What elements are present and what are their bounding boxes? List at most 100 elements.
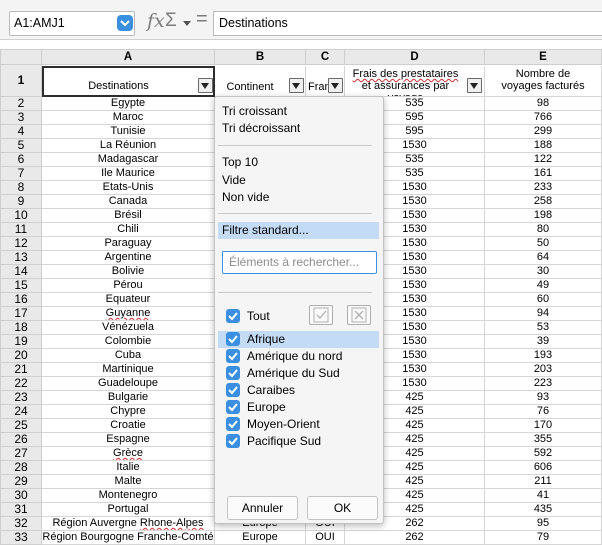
cell-a[interactable]: Tunisie xyxy=(42,125,215,139)
cell-a[interactable]: Colombie xyxy=(42,335,215,349)
formula-input[interactable]: Destinations xyxy=(213,11,602,36)
cell-e[interactable]: 122 xyxy=(485,153,602,167)
cell-a[interactable]: Guyanne xyxy=(42,307,215,321)
cell-a[interactable]: Ile Maurice xyxy=(42,167,215,181)
cell-a[interactable]: Canada xyxy=(42,195,215,209)
cell-a[interactable]: Maroc xyxy=(42,111,215,125)
value-list-item[interactable]: Moyen-Orient xyxy=(218,416,379,433)
value-list-item[interactable]: Amérique du Sud xyxy=(218,365,379,382)
cell-e[interactable]: 49 xyxy=(485,279,602,293)
value-list-item[interactable]: Caraibes xyxy=(218,382,379,399)
cell-a[interactable]: La Réunion xyxy=(42,139,215,153)
checkbox[interactable] xyxy=(226,383,240,397)
cell-a[interactable]: Espagne xyxy=(42,433,215,447)
cell-e[interactable]: 39 xyxy=(485,335,602,349)
row-header[interactable]: 17 xyxy=(0,307,42,321)
column-header-b[interactable]: B xyxy=(215,49,306,65)
header-cell-continent[interactable]: Continent xyxy=(215,66,306,97)
row-header[interactable]: 29 xyxy=(0,475,42,489)
value-list-item[interactable]: Afrique xyxy=(218,331,379,348)
cell-a[interactable]: Portugal xyxy=(42,503,215,517)
row-header[interactable]: 7 xyxy=(0,167,42,181)
cell-a[interactable]: Guadeloupe xyxy=(42,377,215,391)
cell-e[interactable]: 41 xyxy=(485,489,602,503)
checkbox[interactable] xyxy=(226,366,240,380)
formula-equals-icon[interactable]: = xyxy=(196,8,208,31)
cell-e[interactable]: 198 xyxy=(485,209,602,223)
menu-top10[interactable]: Top 10 xyxy=(222,154,258,170)
cell-e[interactable]: 95 xyxy=(485,517,602,531)
row-header[interactable]: 18 xyxy=(0,321,42,335)
select-current-only-button[interactable] xyxy=(309,305,333,325)
ok-button[interactable]: OK xyxy=(307,496,378,520)
row-header[interactable]: 8 xyxy=(0,181,42,195)
search-input[interactable]: Éléments à rechercher... xyxy=(222,251,377,274)
cell-a[interactable]: Croatie xyxy=(42,419,215,433)
cell-e[interactable]: 30 xyxy=(485,265,602,279)
function-wizard-icon[interactable]: fx xyxy=(147,10,165,32)
row-header[interactable]: 5 xyxy=(0,139,42,153)
select-all-corner[interactable] xyxy=(0,49,42,65)
cell-e[interactable]: 355 xyxy=(485,433,602,447)
row-header[interactable]: 21 xyxy=(0,363,42,377)
cell-e[interactable]: 98 xyxy=(485,97,602,111)
header-cell-frais[interactable]: Frais des prestataires et assurances par… xyxy=(345,66,485,97)
cell-e[interactable]: 211 xyxy=(485,475,602,489)
autofilter-button-a[interactable] xyxy=(198,78,213,93)
row-header[interactable]: 31 xyxy=(0,503,42,517)
checkbox[interactable] xyxy=(226,332,240,346)
cell-e[interactable]: 193 xyxy=(485,349,602,363)
row-header[interactable]: 27 xyxy=(0,447,42,461)
row-header[interactable]: 28 xyxy=(0,461,42,475)
cell-a[interactable]: Montenegro xyxy=(42,489,215,503)
row-header[interactable]: 22 xyxy=(0,377,42,391)
cell-e[interactable]: 299 xyxy=(485,125,602,139)
cell-a[interactable]: Grèce xyxy=(42,447,215,461)
cell-a[interactable]: Vénézuela xyxy=(42,321,215,335)
cell-e[interactable]: 50 xyxy=(485,237,602,251)
cell-e[interactable]: 188 xyxy=(485,139,602,153)
row-header[interactable]: 30 xyxy=(0,489,42,503)
autofilter-button-b[interactable] xyxy=(289,78,304,93)
cell-a[interactable]: Madagascar xyxy=(42,153,215,167)
row-header[interactable]: 24 xyxy=(0,405,42,419)
menu-empty[interactable]: Vide xyxy=(222,172,246,188)
cell-a[interactable]: Bolivie xyxy=(42,265,215,279)
header-cell-nombre[interactable]: Nombre de voyages facturés xyxy=(485,66,602,97)
checkbox[interactable] xyxy=(226,400,240,414)
row-header[interactable]: 20 xyxy=(0,349,42,363)
cell-e[interactable]: 161 xyxy=(485,167,602,181)
cell-a[interactable]: Bulgarie xyxy=(42,391,215,405)
cell-a[interactable]: Brésil xyxy=(42,209,215,223)
cell-e[interactable]: 64 xyxy=(485,251,602,265)
column-header-c[interactable]: C xyxy=(306,49,345,65)
column-header-d[interactable]: D xyxy=(345,49,485,65)
cell-a[interactable]: Equateur xyxy=(42,293,215,307)
cell-e[interactable]: 258 xyxy=(485,195,602,209)
checkbox-all[interactable] xyxy=(226,309,240,323)
row-header[interactable]: 9 xyxy=(0,195,42,209)
value-list-item[interactable]: Europe xyxy=(218,399,379,416)
row-header[interactable]: 3 xyxy=(0,111,42,125)
value-list-item[interactable]: Pacifique Sud xyxy=(218,433,379,450)
cell-e[interactable]: 606 xyxy=(485,461,602,475)
sum-icon[interactable]: Σ xyxy=(165,10,177,32)
menu-sort-ascending[interactable]: Tri croissant xyxy=(222,103,287,119)
cell-e[interactable]: 766 xyxy=(485,111,602,125)
checkbox[interactable] xyxy=(226,349,240,363)
row-header[interactable]: 25 xyxy=(0,419,42,433)
row-header[interactable]: 13 xyxy=(0,251,42,265)
column-header-e[interactable]: E xyxy=(485,49,602,65)
cell-e[interactable]: 53 xyxy=(485,321,602,335)
row-header[interactable]: 11 xyxy=(0,223,42,237)
cell-e[interactable]: 80 xyxy=(485,223,602,237)
row-header[interactable]: 19 xyxy=(0,335,42,349)
cell-a[interactable]: Malte xyxy=(42,475,215,489)
cell-a[interactable]: Chili xyxy=(42,223,215,237)
chevron-down-icon[interactable] xyxy=(117,15,133,31)
cell-e[interactable]: 60 xyxy=(485,293,602,307)
cell-e[interactable]: 592 xyxy=(485,447,602,461)
cell-a[interactable]: Chypre xyxy=(42,405,215,419)
deselect-current-button[interactable] xyxy=(347,305,371,325)
cell-e[interactable]: 170 xyxy=(485,419,602,433)
